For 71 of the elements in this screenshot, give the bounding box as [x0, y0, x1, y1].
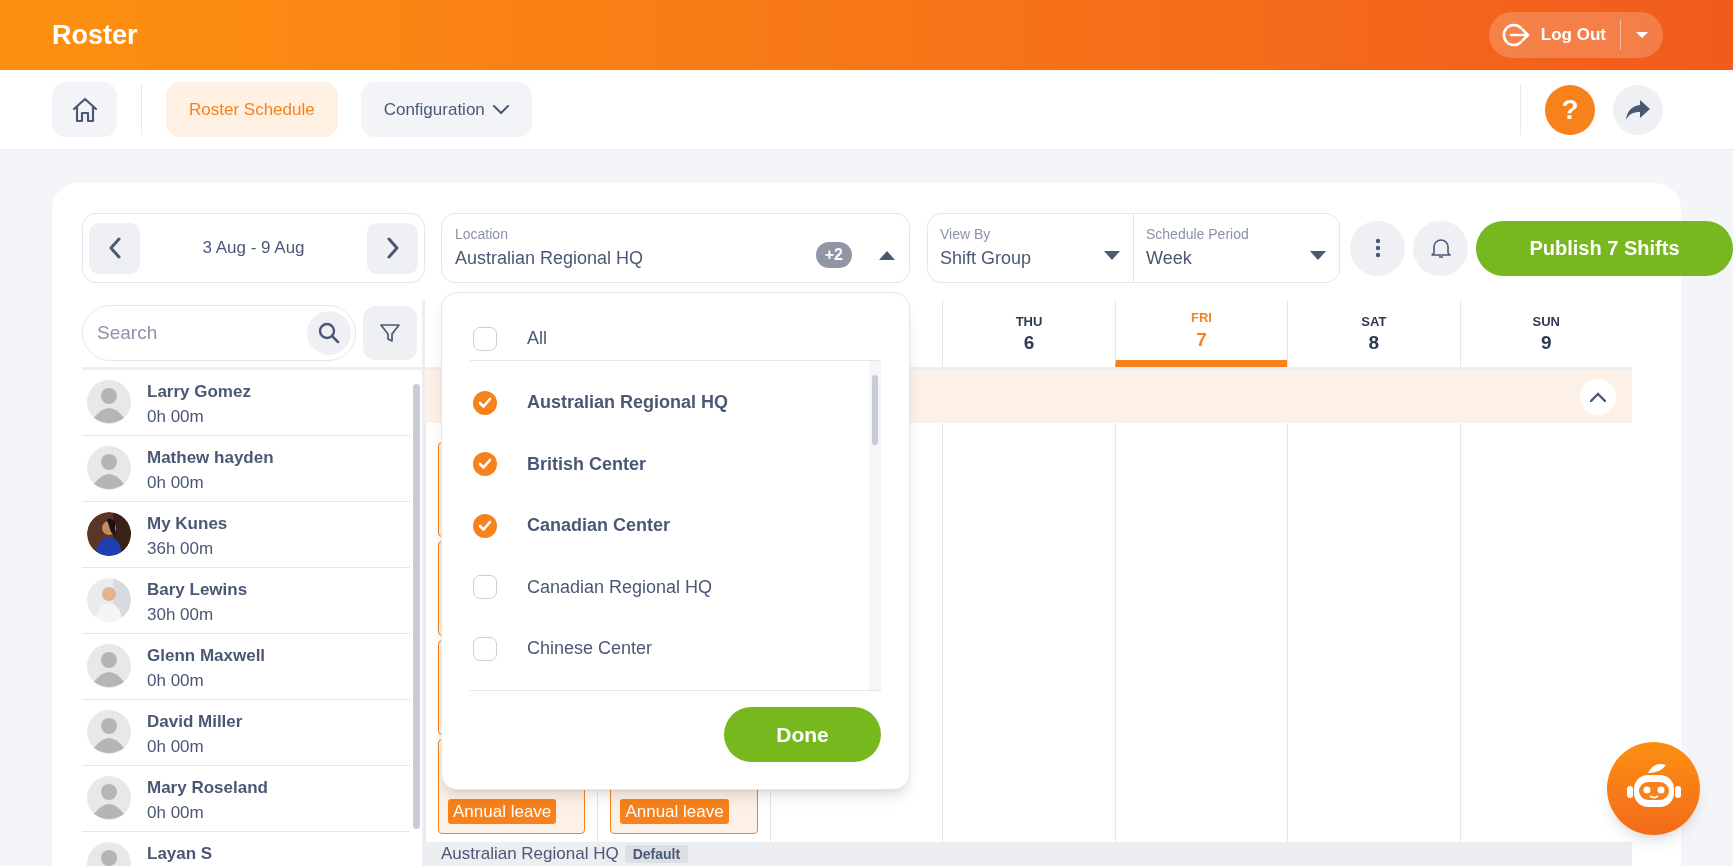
caret-down-icon [1635, 31, 1649, 39]
search-icon [318, 321, 340, 344]
check-icon [478, 519, 492, 532]
filter-button[interactable] [363, 305, 417, 360]
default-badge: Default [624, 845, 689, 863]
employee-hours: 0h 00m [147, 735, 205, 758]
employee-hours: 0h 00m [147, 669, 205, 692]
chevron-up-icon [1590, 391, 1606, 402]
check-icon [478, 458, 492, 471]
employee-name: My Kunes [147, 513, 228, 535]
employee-name: Layan S [147, 843, 213, 865]
day-header[interactable]: THU 6 [942, 300, 1115, 367]
employee-row[interactable]: Glenn Maxwell 0h 00m [82, 634, 410, 700]
more-vertical-icon [1374, 238, 1381, 258]
scrollbar[interactable] [412, 384, 420, 829]
search-field[interactable]: Search [82, 304, 356, 361]
day-header[interactable]: SAT 8 [1287, 300, 1460, 367]
check-icon [478, 396, 492, 409]
location-option[interactable]: All [470, 321, 881, 361]
caret-up-icon [878, 249, 896, 261]
employee-row[interactable]: Bary Lewins 30h 00m [82, 568, 410, 634]
nav-tab[interactable]: Configuration [360, 82, 532, 137]
employee-name: Mary Roseland [147, 777, 268, 799]
employee-hours: 30h 00m [147, 603, 215, 626]
employee-row[interactable]: Larry Gomez 0h 00m [82, 370, 410, 436]
checkbox[interactable] [473, 513, 497, 538]
employee-row[interactable]: My Kunes 36h 00m [82, 502, 410, 568]
employee-hours: 0h 00m [147, 405, 205, 428]
employee-row[interactable]: David Miller 0h 00m [82, 700, 410, 766]
employee-name: Larry Gomez [147, 381, 251, 403]
employee-name: Mathew hayden [147, 447, 274, 469]
location-option[interactable]: British Center [470, 433, 869, 495]
location-option[interactable]: Chinese Center [470, 618, 869, 680]
share-arrow-icon [1625, 98, 1651, 121]
location-option[interactable]: Canadian Regional HQ [470, 556, 869, 618]
share-button[interactable] [1613, 84, 1663, 135]
bell-icon [1430, 237, 1451, 259]
filter-icon [379, 321, 401, 344]
employee-hours: 36h 00m [147, 537, 215, 560]
location-select[interactable]: Location Australian Regional HQ +2 [441, 213, 910, 283]
collapse-button[interactable] [1580, 378, 1616, 415]
previous-week-button[interactable] [89, 222, 140, 274]
employee-row[interactable]: Mary Roseland 0h 00m [82, 766, 410, 832]
home-button[interactable] [52, 82, 117, 137]
employee-row[interactable]: Mathew hayden 0h 00m [82, 436, 410, 502]
leave-badge: Annual leave [620, 798, 729, 824]
checkbox[interactable] [473, 452, 497, 477]
employee-name: Bary Lewins [147, 579, 248, 601]
checkbox[interactable] [473, 390, 497, 415]
chevron-right-icon [385, 237, 400, 259]
location-option[interactable]: Canadian Center [470, 495, 869, 557]
employee-row[interactable]: Layan S [82, 832, 410, 866]
employee-name: Glenn Maxwell [147, 645, 266, 667]
employee-hours: 0h 00m [147, 801, 205, 824]
employee-name: David Miller [147, 711, 243, 733]
logout-icon [1500, 22, 1531, 48]
date-range: 3 Aug - 9 Aug [202, 237, 305, 260]
checkbox[interactable] [473, 326, 497, 351]
location-option[interactable]: Australian Regional HQ [470, 372, 869, 434]
leave-badge: Annual leave [448, 798, 557, 824]
count-badge: +2 [815, 242, 852, 268]
checkbox[interactable] [473, 575, 497, 600]
app-title: Roster [52, 18, 138, 52]
scrollbar[interactable] [872, 375, 878, 445]
employee-hours: 0h 00m [147, 471, 205, 494]
group-name: Australian Regional HQ [441, 844, 619, 864]
next-week-button[interactable] [367, 222, 418, 274]
home-icon [70, 95, 99, 124]
day-header[interactable]: SUN 9 [1459, 300, 1632, 367]
chevron-left-icon [107, 237, 122, 259]
checkbox[interactable] [473, 636, 497, 661]
